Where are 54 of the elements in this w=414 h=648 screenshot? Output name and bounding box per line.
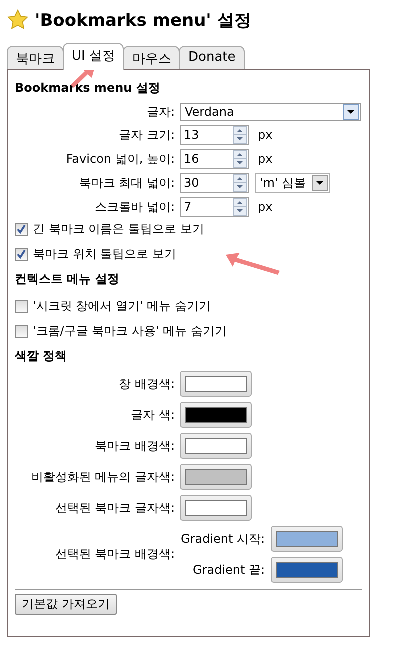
field-label: 선택된 북마크 글자색: xyxy=(54,500,175,516)
unit-label: px xyxy=(258,128,273,142)
dropdown-icon[interactable] xyxy=(343,104,359,120)
color-button[interactable] xyxy=(180,495,252,521)
tab[interactable]: Donate xyxy=(179,46,245,69)
tab[interactable]: 북마크 xyxy=(7,46,64,69)
checkbox-label: '크롬/구글 북마크 사용' 메뉴 숨기기 xyxy=(33,323,227,340)
color-button[interactable] xyxy=(180,402,252,428)
tab[interactable]: 마우스 xyxy=(123,46,180,69)
unit-label: px xyxy=(258,152,273,166)
field-label: Gradient 시작: xyxy=(181,530,266,548)
number-field[interactable]: 7 xyxy=(180,197,249,217)
checkbox-label: 북마크 위치 툴팁으로 보기 xyxy=(33,246,176,263)
checkbox-label: '시크릿 창에서 열기' 메뉴 숨기기 xyxy=(33,298,211,315)
reset-button[interactable]: 기본값 가져오기 xyxy=(15,594,117,615)
window-title: 'Bookmarks menu' 설정 xyxy=(35,10,252,32)
number-field[interactable]: 16 xyxy=(180,149,249,169)
checkbox[interactable] xyxy=(15,325,28,338)
field-label: 글자 크기: xyxy=(118,126,175,144)
field-label: 비활성화된 메뉴의 글자색: xyxy=(30,468,175,486)
color-button[interactable] xyxy=(180,433,252,459)
number-field[interactable]: 13 xyxy=(180,125,249,145)
field-label: Favicon 넓이, 높이: xyxy=(65,150,175,168)
color-button[interactable] xyxy=(271,526,344,552)
field-label: 북마크 배경색: xyxy=(94,438,175,454)
field-label: 글자: xyxy=(146,104,175,120)
field-label: 선택된 북마크 배경색: xyxy=(54,546,175,563)
section-heading: 색깔 정책 xyxy=(15,348,68,365)
unit-select[interactable]: 'm' 심볼 xyxy=(255,173,330,193)
color-button[interactable] xyxy=(180,371,252,397)
field-label: 글자 색: xyxy=(130,406,175,424)
field-label: 창 배경색: xyxy=(118,376,175,392)
unit-label: px xyxy=(258,200,273,214)
annotation-arrow xyxy=(226,253,280,275)
field-label: 북마크 최대 넓이: xyxy=(78,174,175,192)
spin-buttons[interactable] xyxy=(233,174,247,192)
checkbox[interactable] xyxy=(15,223,28,236)
color-button[interactable] xyxy=(180,464,252,490)
font-select[interactable]: Verdana xyxy=(180,103,361,121)
section-heading: Bookmarks menu 설정 xyxy=(15,80,162,97)
color-button[interactable] xyxy=(271,557,344,583)
number-field[interactable]: 30 xyxy=(180,173,249,193)
spin-buttons[interactable] xyxy=(233,126,247,144)
dropdown-icon[interactable] xyxy=(312,175,328,191)
checkbox[interactable] xyxy=(15,248,28,261)
tab[interactable]: UI 설정 xyxy=(63,43,124,70)
section-heading: 컨텍스트 메뉴 설정 xyxy=(15,271,120,288)
star-icon xyxy=(7,9,29,31)
spin-buttons[interactable] xyxy=(233,198,247,216)
checkbox-label: 긴 북마크 이름은 툴팁으로 보기 xyxy=(33,221,204,238)
field-label: Gradient 끝: xyxy=(192,562,266,578)
field-label: 스크롤바 넓이: xyxy=(94,198,175,216)
checkbox[interactable] xyxy=(15,300,28,313)
spin-buttons[interactable] xyxy=(233,150,247,168)
